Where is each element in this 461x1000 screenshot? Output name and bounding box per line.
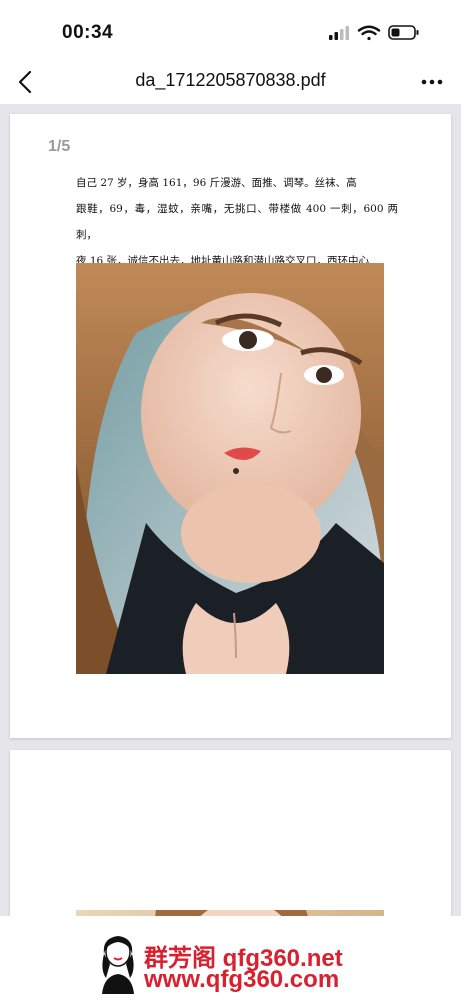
more-button[interactable] [417, 68, 447, 96]
status-icons [329, 24, 421, 42]
page-indicator: 1/5 [48, 138, 71, 155]
cellular-signal-icon [329, 26, 349, 40]
pdf-page-2 [10, 750, 451, 916]
text-line: 自己 27 岁，身高 161，96 斤漫游、面推、调琴。丝袜、高 [76, 177, 357, 189]
back-button[interactable] [10, 66, 40, 98]
watermark-line-2: www.qfg360.com [144, 966, 340, 993]
status-time: 00:34 [62, 22, 114, 43]
pdf-page-1: 1/5 自己 27 岁，身高 161，96 斤漫游、面推、调琴。丝袜、高 跟鞋，… [10, 114, 451, 738]
photo [76, 263, 384, 674]
document-title: da_1712205870838.pdf [135, 70, 326, 90]
watermark-banner: 群芳阁 qfg360.net www.qfg360.com [0, 916, 461, 1000]
battery-icon [388, 25, 419, 40]
chevron-left-icon [18, 70, 32, 94]
woman-silhouette-logo-icon [102, 936, 134, 994]
status-bar: 00:34 [0, 0, 461, 60]
pdf-viewer[interactable]: 1/5 自己 27 岁，身高 161，96 斤漫游、面推、调琴。丝袜、高 跟鞋，… [0, 104, 461, 916]
page-text: 自己 27 岁，身高 161，96 斤漫游、面推、调琴。丝袜、高 跟鞋，69，毒… [76, 170, 398, 274]
nav-bar: da_1712205870838.pdf [0, 60, 461, 104]
wifi-icon [357, 25, 381, 41]
more-horizontal-icon [421, 79, 443, 85]
text-line: 跟鞋，69，毒，湿蚊，亲嘴，无挑口、带楼做 400 一刺，600 两刺， [76, 203, 398, 241]
